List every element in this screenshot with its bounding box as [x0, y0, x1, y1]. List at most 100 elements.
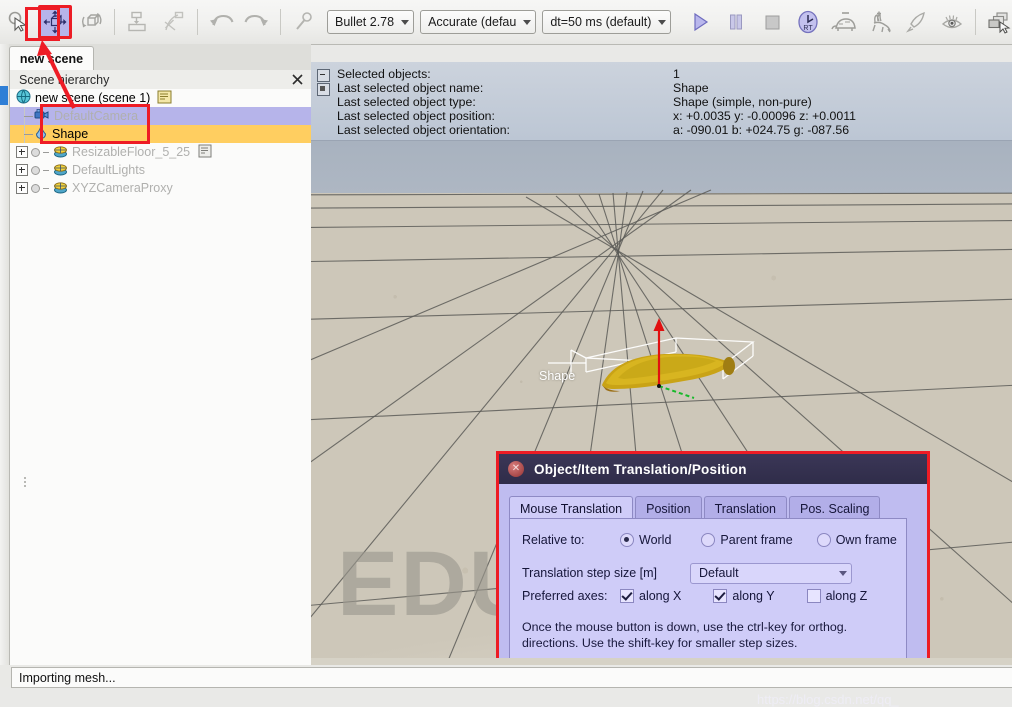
tree-row-xyzcameraproxy[interactable]: XYZCameraProxy: [10, 179, 311, 197]
slow-turtle-icon[interactable]: [827, 5, 861, 39]
tab-label: Pos. Scaling: [800, 502, 869, 516]
radio-own-frame-label: Own frame: [836, 533, 897, 547]
model-icon: [53, 162, 68, 179]
dialog-title: Object/Item Translation/Position: [534, 462, 747, 477]
play-icon[interactable]: [683, 5, 717, 39]
radio-world[interactable]: [620, 533, 634, 547]
tab-position[interactable]: Position: [635, 496, 701, 520]
tree-row-defaultlights[interactable]: DefaultLights: [10, 161, 311, 179]
redo-icon[interactable]: [240, 5, 274, 39]
info-key: Last selected object orientation:: [337, 123, 510, 137]
radio-parent-frame[interactable]: [701, 533, 715, 547]
radio-world-label: World: [639, 533, 671, 547]
info-key: Last selected object position:: [337, 109, 495, 123]
chevron-down-icon: [523, 20, 531, 25]
step-size-select[interactable]: Default: [690, 563, 852, 584]
physics-engine-value: Bullet 2.78: [335, 15, 394, 29]
dynamics-icon[interactable]: [287, 5, 321, 39]
radio-parent-frame-label: Parent frame: [720, 533, 792, 547]
expand-icon[interactable]: [16, 164, 28, 176]
step-size-value: Default: [699, 566, 739, 580]
object-translation-icon[interactable]: [38, 5, 72, 39]
translation-dialog[interactable]: ✕ Object/Item Translation/Position Mouse…: [496, 451, 930, 673]
info-value: 1: [673, 67, 680, 81]
rocket-icon[interactable]: [899, 5, 933, 39]
physics-engine-select[interactable]: Bullet 2.78: [327, 10, 414, 34]
tree-root-label: new scene (scene 1): [35, 91, 150, 105]
left-dock-strip: [0, 44, 10, 665]
chevron-down-icon: [839, 571, 847, 576]
realtime-clock-icon[interactable]: RT: [791, 5, 825, 39]
tree-branch-line: [20, 107, 34, 125]
eye-threaded-rendering-icon[interactable]: [935, 5, 969, 39]
selection-info-panel: Selected objects: 1 Last selected object…: [311, 62, 1012, 141]
visibility-dot-icon[interactable]: [31, 166, 40, 175]
tree-item-label: DefaultCamera: [54, 109, 138, 123]
radio-own-frame[interactable]: [817, 533, 831, 547]
toolbar-separator: [280, 9, 281, 35]
simulator-window: Bullet 2.78 Accurate (defau dt=50 ms (de…: [0, 0, 1012, 687]
info-row: Last selected object position: x: +0.003…: [311, 109, 1012, 123]
checkbox-along-z[interactable]: [807, 589, 821, 603]
info-key: Selected objects:: [337, 67, 431, 81]
tree-row-resizablefloor[interactable]: ResizableFloor_5_25: [10, 143, 311, 161]
tab-new-scene[interactable]: new scene: [9, 46, 94, 71]
tab-label: Position: [646, 502, 690, 516]
toolbar-separator: [197, 9, 198, 35]
script-icon: [198, 144, 212, 161]
tree-row-root[interactable]: new scene (scene 1): [10, 89, 311, 107]
tree-row-defaultcamera[interactable]: DefaultCamera: [10, 107, 311, 125]
info-value: a: -090.01 b: +024.75 g: -087.56: [673, 123, 849, 137]
main-toolbar: Bullet 2.78 Accurate (defau dt=50 ms (de…: [0, 0, 1012, 45]
svg-text:RT: RT: [804, 25, 814, 32]
timestep-select[interactable]: dt=50 ms (default): [542, 10, 671, 34]
tab-mouse-translation[interactable]: Mouse Translation: [509, 496, 633, 520]
blog-watermark: https://blog.csdn.net/qq_: [757, 692, 899, 707]
accuracy-select[interactable]: Accurate (defau: [420, 10, 536, 34]
tree-item-label: ResizableFloor_5_25: [72, 145, 190, 159]
visibility-dot-icon[interactable]: [31, 184, 40, 193]
viewport-horizontal-scrollbar[interactable]: [311, 658, 1012, 665]
dialog-body: Mouse Translation Position Translation P…: [499, 484, 927, 670]
visibility-dot-icon[interactable]: [31, 148, 40, 157]
close-icon[interactable]: [290, 72, 304, 86]
tree-item-label: Shape: [52, 127, 88, 141]
tree-row-shape[interactable]: Shape: [10, 125, 311, 143]
dialog-titlebar: ✕ Object/Item Translation/Position: [499, 454, 927, 484]
checkbox-along-y[interactable]: [713, 589, 727, 603]
checkbox-along-x[interactable]: [620, 589, 634, 603]
info-row: Last selected object type: Shape (simple…: [311, 95, 1012, 109]
fast-rabbit-icon[interactable]: [863, 5, 897, 39]
info-value: Shape (simple, non-pure): [673, 95, 812, 109]
tab-pos-scaling[interactable]: Pos. Scaling: [789, 496, 880, 520]
object-rotation-icon[interactable]: [74, 5, 108, 39]
selected-object-shape[interactable]: [526, 290, 786, 420]
relative-to-row: Relative to: World Parent frame Own fram…: [522, 531, 897, 549]
scene-hierarchy-tree[interactable]: new scene (scene 1) DefaultCamera: [10, 89, 312, 665]
tree-item-label: XYZCameraProxy: [72, 181, 173, 195]
disassemble-icon: [157, 5, 191, 39]
tree-branch-line: [43, 170, 49, 171]
tree-branch-line: [43, 152, 49, 153]
tab-label: Translation: [715, 502, 776, 516]
tab-new-scene-label: new scene: [20, 52, 83, 66]
scene-hierarchy-header: Scene hierarchy: [10, 70, 311, 90]
undo-icon[interactable]: [204, 5, 238, 39]
tab-translation[interactable]: Translation: [704, 496, 787, 520]
mouse-pointer-icon[interactable]: [2, 5, 36, 39]
close-icon[interactable]: ✕: [508, 461, 524, 477]
expand-icon[interactable]: [16, 146, 28, 158]
dock-active-indicator[interactable]: [0, 86, 8, 105]
checkbox-along-x-label: along X: [639, 589, 681, 603]
tab-label: Mouse Translation: [520, 502, 622, 516]
pause-icon[interactable]: [719, 5, 753, 39]
stop-icon[interactable]: [755, 5, 789, 39]
info-value: x: +0.0035 y: -0.00096 z: +0.0011: [673, 109, 856, 123]
expand-icon[interactable]: [16, 182, 28, 194]
step-size-label: Translation step size [m]: [522, 566, 690, 580]
camera-icon: [34, 108, 50, 125]
panel-splitter-handle[interactable]: [24, 475, 34, 491]
page-selector-icon[interactable]: [982, 5, 1012, 39]
dialog-tab-pane: Relative to: World Parent frame Own fram…: [509, 518, 907, 664]
shape-cone-icon: [34, 125, 48, 143]
